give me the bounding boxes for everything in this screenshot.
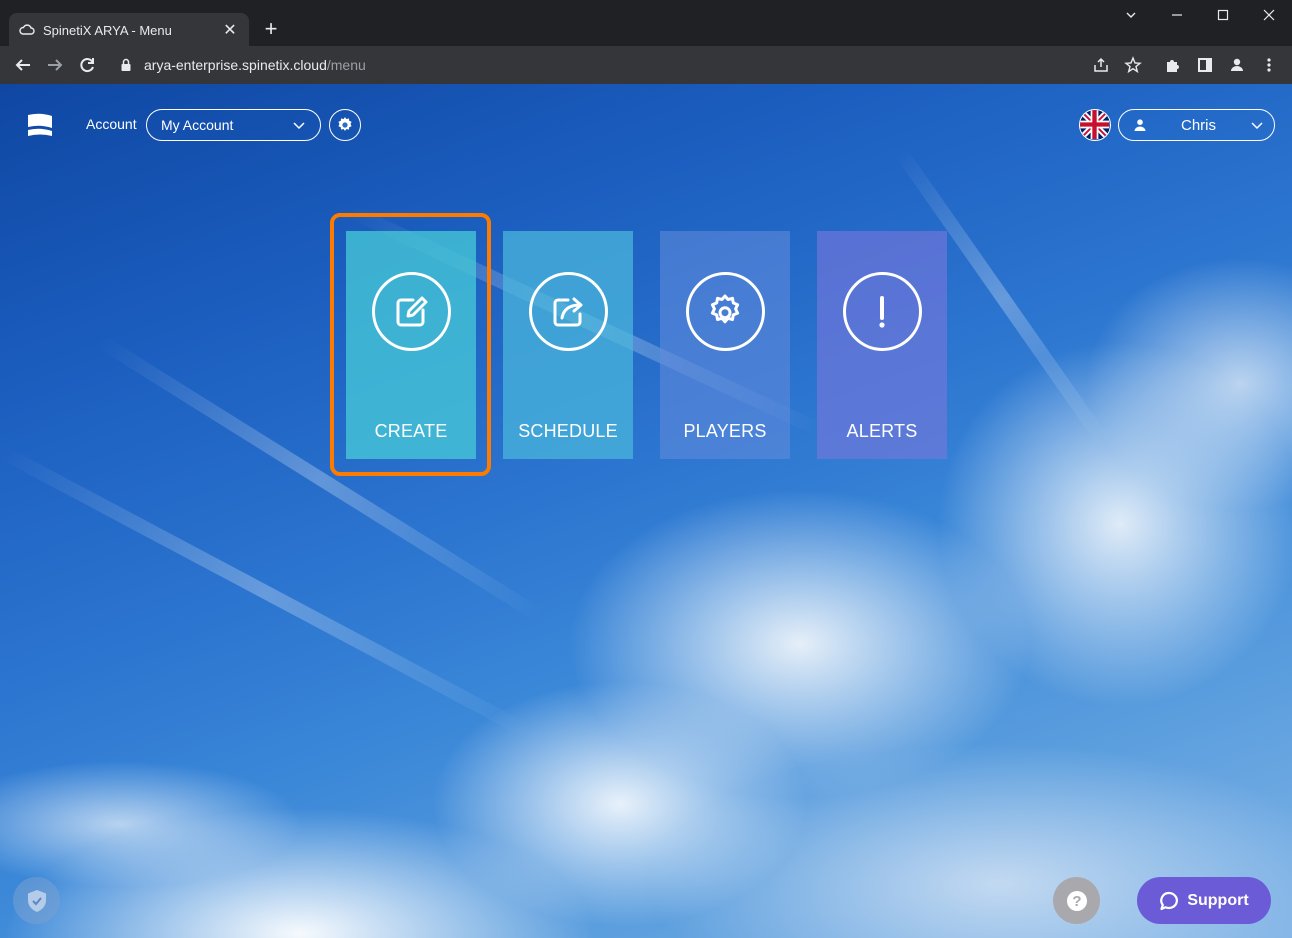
minimize-icon[interactable] — [1154, 0, 1200, 30]
lock-icon — [121, 58, 131, 71]
gear-icon — [338, 117, 352, 131]
sky-streak — [0, 444, 534, 739]
maximize-icon[interactable] — [1200, 0, 1246, 30]
side-panel-icon[interactable] — [1194, 54, 1216, 76]
address-bar[interactable]: arya-enterprise.spinetix.cloud/menu — [108, 50, 1152, 80]
account-select[interactable]: My Account — [146, 109, 321, 141]
players-tile-label: PLAYERS — [683, 421, 767, 441]
extensions-puzzle-icon[interactable] — [1162, 54, 1184, 76]
chevron-down-icon — [1251, 122, 1263, 130]
create-tile-label: CREATE — [374, 421, 448, 441]
schedule-tile[interactable]: SCHEDULE — [503, 231, 633, 459]
support-button[interactable]: Support — [1137, 877, 1271, 924]
edit-icon — [396, 296, 428, 326]
cloud-icon — [19, 24, 35, 35]
create-icon-circle — [371, 272, 451, 351]
schedule-tile-label: SCHEDULE — [518, 421, 618, 441]
privacy-shield-button[interactable] — [13, 877, 60, 924]
browser-tab[interactable]: SpinetiX ARYA - Menu ✕ — [9, 13, 249, 47]
share-icon — [553, 297, 583, 326]
bookmark-star-icon[interactable] — [1122, 54, 1144, 76]
share-page-icon[interactable] — [1090, 54, 1112, 76]
language-select-button[interactable] — [1079, 109, 1111, 141]
browser-toolbar: arya-enterprise.spinetix.cloud/menu — [0, 46, 1292, 84]
support-label: Support — [1187, 891, 1249, 909]
spinetix-logo-icon — [28, 113, 52, 136]
create-tile[interactable]: CREATE — [346, 231, 476, 459]
exclamation-icon — [879, 295, 885, 328]
chevron-down-icon — [293, 122, 305, 130]
window-close-icon[interactable] — [1246, 0, 1292, 30]
reload-icon[interactable] — [74, 52, 100, 78]
alerts-tile-label: ALERTS — [846, 421, 918, 441]
gear-icon — [710, 294, 740, 323]
chat-bubble-icon — [1160, 891, 1179, 910]
sky-streak — [96, 335, 545, 623]
url-host: arya-enterprise.spinetix.cloud — [144, 57, 327, 73]
user-icon — [1134, 119, 1146, 131]
help-glyph: ? — [1072, 893, 1081, 910]
profile-icon[interactable] — [1226, 54, 1248, 76]
shield-icon — [27, 889, 46, 912]
new-tab-button[interactable]: + — [258, 17, 284, 43]
kebab-menu-icon[interactable] — [1258, 54, 1280, 76]
browser-titlebar: SpinetiX ARYA - Menu ✕ + — [0, 0, 1292, 47]
alerts-icon-circle — [842, 272, 922, 351]
tab-search-icon[interactable] — [1108, 0, 1154, 30]
question-circle-icon: ? — [1066, 890, 1087, 911]
schedule-icon-circle — [528, 272, 608, 351]
app-page: Account My Account Chris CREATE SCHEDULE… — [0, 84, 1292, 938]
user-name: Chris — [1180, 116, 1216, 134]
forward-arrow-icon[interactable] — [42, 52, 68, 78]
close-tab-icon[interactable]: ✕ — [221, 20, 239, 40]
players-tile[interactable]: PLAYERS — [660, 231, 790, 459]
url-path: /menu — [326, 57, 366, 73]
account-select-value: My Account — [161, 117, 234, 133]
alerts-tile[interactable]: ALERTS — [817, 231, 947, 459]
uk-flag-icon — [1080, 110, 1110, 140]
account-label: Account — [86, 116, 137, 132]
players-icon-circle — [685, 272, 765, 351]
user-menu-select[interactable]: Chris — [1118, 109, 1275, 141]
tab-title: SpinetiX ARYA - Menu — [43, 22, 172, 38]
account-settings-button[interactable] — [329, 109, 361, 141]
back-arrow-icon[interactable] — [10, 52, 36, 78]
help-button[interactable]: ? — [1053, 877, 1100, 924]
